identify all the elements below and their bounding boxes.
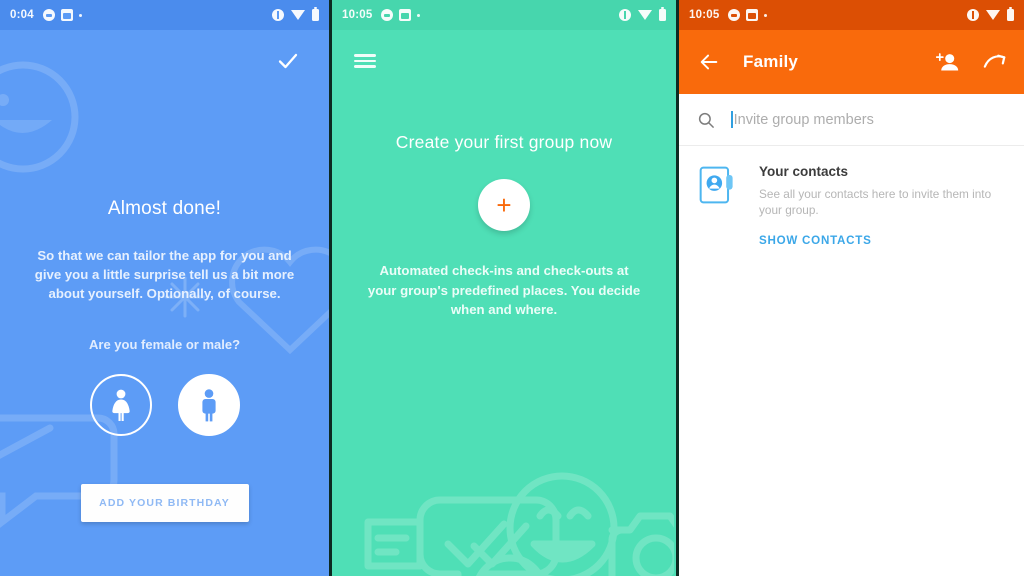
dot-icon xyxy=(417,13,421,17)
calendar-icon xyxy=(60,9,73,21)
create-group-fab[interactable]: + xyxy=(478,179,531,231)
check-icon xyxy=(278,53,298,69)
dot-icon xyxy=(78,13,82,17)
your-contacts-card: Your contacts See all your contacts here… xyxy=(679,146,1024,218)
back-button[interactable] xyxy=(695,48,723,76)
add-person-button[interactable] xyxy=(934,49,960,75)
screen-family-invite: 10:05 Family Invite group members Your c… xyxy=(679,0,1024,576)
add-person-icon xyxy=(935,52,958,70)
gender-选择-group xyxy=(26,374,303,436)
add-birthday-button[interactable]: ADD YOUR BIRTHDAY xyxy=(80,484,249,522)
search-icon xyxy=(698,112,714,128)
status-bar-screen1: 0:04 xyxy=(0,0,330,30)
three-screen-comparison: 0:04 Almost done! So that we can tailor … xyxy=(0,0,1024,576)
gender-option-male[interactable] xyxy=(177,374,240,436)
message-icon xyxy=(728,9,741,21)
gender-question-label: Are you female or male? xyxy=(89,337,241,352)
app-bar-title: Family xyxy=(743,52,799,71)
battery-icon xyxy=(1007,7,1014,21)
search-bar[interactable]: Invite group members xyxy=(679,94,1024,146)
status-bar-system-icons xyxy=(272,7,320,21)
screen-profile-onboarding: 0:04 Almost done! So that we can tailor … xyxy=(0,0,330,576)
app-bar: Family xyxy=(679,30,1024,94)
battery-icon xyxy=(659,7,667,21)
status-bar-system-icons xyxy=(967,7,1014,21)
male-icon xyxy=(201,389,216,422)
hamburger-icon-line xyxy=(354,54,377,57)
gender-option-female[interactable] xyxy=(89,374,152,436)
alarm-icon xyxy=(619,9,632,21)
page-description: Automated check-ins and check-outs at yo… xyxy=(367,263,641,317)
message-icon xyxy=(42,9,55,21)
page-title: Create your first group now xyxy=(395,132,613,152)
contacts-description: See all your contacts here to invite the… xyxy=(759,187,992,217)
calendar-icon xyxy=(746,9,759,21)
text-cursor xyxy=(731,111,733,128)
search-input[interactable]: Invite group members xyxy=(734,112,874,128)
status-bar-screen2: 10:05 xyxy=(332,0,677,30)
contacts-title: Your contacts xyxy=(759,164,849,179)
screen-create-group: 10:05 Create your first group now + Auto… xyxy=(329,0,680,576)
forward-arrow-icon xyxy=(983,54,1006,68)
alarm-icon xyxy=(967,9,979,21)
hamburger-icon-line xyxy=(354,59,377,63)
status-bar-notification-icons xyxy=(381,9,421,21)
app-bar-actions xyxy=(934,49,1008,75)
menu-button[interactable] xyxy=(354,51,377,71)
status-bar-time: 10:05 xyxy=(689,9,720,21)
wifi-icon xyxy=(986,10,1000,20)
status-bar-notification-icons xyxy=(728,9,768,21)
battery-icon xyxy=(312,7,320,21)
status-bar-time: 10:05 xyxy=(342,9,373,21)
page-description: So that we can tailor the app for you an… xyxy=(34,248,295,301)
show-contacts-button[interactable]: SHOW CONTACTS xyxy=(759,234,1024,247)
wifi-icon xyxy=(638,10,653,20)
dot-icon xyxy=(764,13,768,17)
add-birthday-label: ADD YOUR BIRTHDAY xyxy=(99,497,230,509)
wifi-icon xyxy=(291,10,306,20)
status-bar-time: 0:04 xyxy=(10,9,34,21)
forward-button[interactable] xyxy=(982,49,1008,75)
status-bar-screen3: 10:05 xyxy=(679,0,1024,30)
address-book-icon xyxy=(699,166,733,204)
hamburger-icon-line xyxy=(354,65,377,68)
confirm-check-button[interactable] xyxy=(271,44,305,78)
status-bar-system-icons xyxy=(619,7,667,21)
page-title: Almost done! xyxy=(107,198,222,219)
calendar-icon xyxy=(399,9,412,21)
female-icon xyxy=(111,389,130,421)
back-arrow-icon xyxy=(700,54,718,70)
alarm-icon xyxy=(272,9,285,21)
status-bar-notification-icons xyxy=(42,9,82,21)
message-icon xyxy=(381,9,394,21)
